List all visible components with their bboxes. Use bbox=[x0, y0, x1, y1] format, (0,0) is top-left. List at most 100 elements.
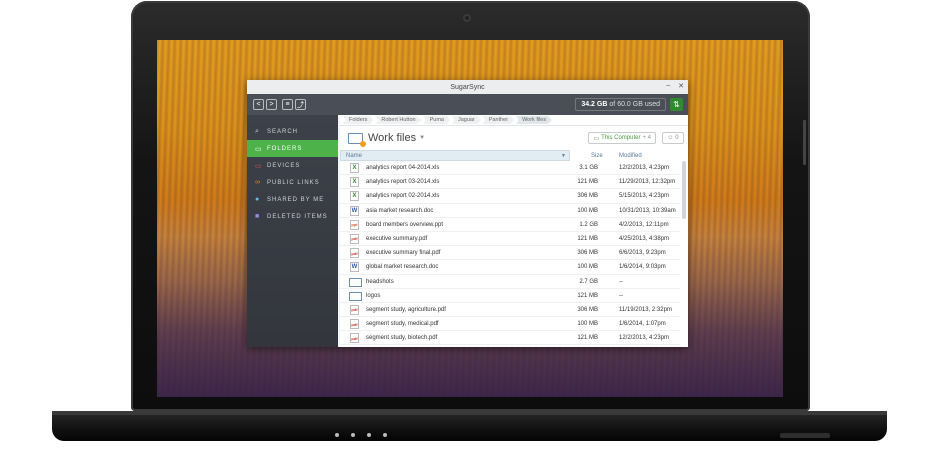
file-name: logos bbox=[366, 292, 381, 299]
sidebar-item-label: SEARCH bbox=[267, 128, 299, 135]
led bbox=[335, 433, 339, 437]
sidebar-item-deleted-items[interactable]: ■ DELETED ITEMS bbox=[247, 208, 338, 225]
file-modified: -- bbox=[619, 278, 623, 285]
file-modified: 4/25/2013, 4:38pm bbox=[619, 235, 670, 242]
title-bar: SugarSync – ✕ bbox=[247, 80, 688, 94]
file-modified: 1/6/2014, 9:03pm bbox=[619, 264, 666, 271]
doc-file-icon: W bbox=[350, 262, 359, 273]
file-modified: -- bbox=[619, 292, 623, 299]
sidebar-item-label: FOLDERS bbox=[267, 145, 303, 152]
pdf-file-icon: pdf bbox=[350, 233, 359, 244]
back-button[interactable]: < bbox=[253, 99, 264, 110]
storage-total: of 60.0 GB used bbox=[609, 101, 660, 108]
sidebar-item-label: DELETED ITEMS bbox=[267, 213, 328, 220]
file-size: 3.1 GB bbox=[579, 165, 598, 171]
close-button[interactable]: ✕ bbox=[678, 82, 684, 90]
sidebar-item-folders[interactable]: ▭ FOLDERS bbox=[247, 140, 338, 157]
breadcrumb-item[interactable]: Folders bbox=[343, 116, 374, 124]
storage-indicator: 34.2 GB of 60.0 GB used bbox=[575, 98, 666, 111]
sidebar-item-devices[interactable]: ▭ DEVICES bbox=[247, 157, 338, 174]
file-name: segment study, medical.pdf bbox=[366, 321, 439, 328]
breadcrumb-item[interactable]: Jaguar bbox=[451, 116, 481, 124]
ppt-file-icon: ppt bbox=[350, 219, 359, 230]
file-size: 1.2 GB bbox=[579, 221, 598, 228]
table-row[interactable]: pdf segment study, agriculture.pdf 306 MB 1… bbox=[340, 303, 680, 318]
sidebar-item-label: DEVICES bbox=[267, 162, 301, 169]
share-button[interactable]: ☺ 0 bbox=[662, 132, 684, 144]
folder-header: Work files ▼ ▭ This Computer + 4 ☺ 0 bbox=[340, 126, 688, 150]
table-row[interactable]: ppt board members overview.ppt 1.2 GB 4/2/2… bbox=[340, 218, 680, 232]
table-row[interactable]: Xanalytics report 02-2014.xls 306 MB 5/15/… bbox=[340, 189, 680, 204]
table-row[interactable]: pdf segment study, biotech.pdf 121 MB 12/2/… bbox=[340, 331, 680, 346]
users-icon: ☺ bbox=[667, 135, 674, 141]
menu-button[interactable]: ≡ bbox=[282, 99, 293, 110]
monitor-icon: ▭ bbox=[255, 162, 263, 170]
column-header: Name ▼ Size Modified bbox=[340, 150, 688, 161]
file-size: 121 MB bbox=[577, 235, 598, 242]
monitor-icon: ▭ bbox=[593, 135, 600, 142]
scrollbar[interactable] bbox=[682, 161, 686, 219]
folder-icon bbox=[349, 291, 362, 301]
file-modified: 12/2/2013, 4:23pm bbox=[619, 165, 670, 171]
webcam bbox=[463, 14, 471, 22]
table-row[interactable]: headshots 2.7 GB -- bbox=[340, 275, 680, 289]
forward-button[interactable]: > bbox=[266, 99, 277, 110]
folder-icon: ▭ bbox=[255, 145, 263, 153]
file-name: segment study, biotech.pdf bbox=[366, 335, 438, 342]
breadcrumb-item[interactable]: Puma bbox=[423, 116, 450, 124]
table-row[interactable]: logos 121 MB -- bbox=[340, 289, 680, 303]
breadcrumb-item[interactable]: Panther bbox=[482, 116, 515, 124]
pdf-file-icon: pdf bbox=[350, 248, 359, 259]
table-row[interactable]: pdf segment study, medical.pdf 100 MB 1/6/2… bbox=[340, 317, 680, 332]
open-folder-button[interactable]: ⤴ bbox=[295, 99, 306, 110]
file-size: 100 MB bbox=[577, 321, 598, 328]
link-icon: ∞ bbox=[255, 179, 261, 186]
sync-status-icon[interactable]: ⇅ bbox=[670, 98, 683, 111]
users-icon: ● bbox=[255, 196, 261, 203]
file-modified: 11/19/2013, 2:32pm bbox=[619, 306, 672, 313]
file-size: 100 MB bbox=[577, 264, 598, 271]
file-size: 306 MB bbox=[577, 306, 598, 313]
file-size: 2.7 GB bbox=[579, 278, 598, 285]
trash-icon: ■ bbox=[255, 213, 261, 220]
file-modified: 12/2/2013, 4:23pm bbox=[619, 335, 670, 342]
file-name: global market research.doc bbox=[366, 264, 439, 271]
file-modified: 5/15/2013, 4:23pm bbox=[619, 193, 670, 200]
breadcrumb-item[interactable]: Robert Hutton bbox=[375, 116, 422, 124]
xls-file-icon: X bbox=[350, 177, 359, 188]
table-row[interactable]: pdf executive summary.pdf 121 MB 4/25/2013,… bbox=[340, 232, 680, 247]
chevron-down-icon[interactable]: ▼ bbox=[419, 135, 425, 141]
device-sync-button[interactable]: ▭ This Computer + 4 bbox=[588, 132, 656, 144]
file-size: 121 MB bbox=[577, 292, 598, 299]
sidebar-item-shared-by-me[interactable]: ● SHARED BY ME bbox=[247, 191, 338, 208]
folder-title: Work files bbox=[368, 132, 417, 144]
file-size: 100 MB bbox=[577, 207, 598, 214]
pdf-file-icon: pdf bbox=[350, 333, 359, 344]
name-column-header[interactable] bbox=[340, 150, 570, 161]
search-icon: ⌕ bbox=[255, 127, 260, 135]
file-modified: 4/2/2013, 12:11pm bbox=[619, 221, 669, 228]
table-row[interactable]: Xanalytics report 04-2014.xls 3.1 GB 12/2/… bbox=[340, 161, 680, 176]
file-size: 121 MB bbox=[577, 335, 598, 342]
file-modified: 10/31/2013, 10:39am bbox=[619, 207, 676, 214]
modified-column-header[interactable]: Modified bbox=[619, 153, 642, 159]
file-name: segment study, agriculture.pdf bbox=[366, 306, 446, 313]
led bbox=[383, 433, 387, 437]
sidebar-item-public-links[interactable]: ∞ PUBLIC LINKS bbox=[247, 174, 338, 191]
file-name: executive summary.pdf bbox=[366, 235, 428, 242]
base-lip bbox=[52, 411, 887, 415]
size-column-header[interactable]: Size bbox=[591, 153, 603, 159]
table-row[interactable]: Wasia market research.doc 100 MB 10/31/201… bbox=[340, 204, 680, 218]
sidebar-item-label: SHARED BY ME bbox=[267, 196, 325, 203]
table-row[interactable]: Xanalytics report 03-2014.xls 121 MB 11/29… bbox=[340, 175, 680, 190]
sort-desc-icon[interactable]: ▼ bbox=[561, 153, 566, 159]
sugarsync-window: SugarSync – ✕ < > ≡ ⤴ 34.2 GB of 60.0 GB… bbox=[247, 80, 688, 347]
minimize-button[interactable]: – bbox=[666, 82, 670, 90]
sidebar-item-search[interactable]: ⌕ SEARCH bbox=[247, 123, 338, 140]
status-leds bbox=[335, 433, 387, 437]
file-browser: Folders Robert Hutton Puma Jaguar Panthe… bbox=[340, 115, 688, 347]
breadcrumb-item-current[interactable]: Work files bbox=[516, 116, 553, 124]
table-row[interactable]: Wglobal market research.doc 100 MB 1/6/201… bbox=[340, 260, 680, 275]
device-name: This Computer bbox=[601, 135, 641, 141]
table-row[interactable]: pdf executive summary final.pdf 306 MB 6/6/… bbox=[340, 246, 680, 261]
